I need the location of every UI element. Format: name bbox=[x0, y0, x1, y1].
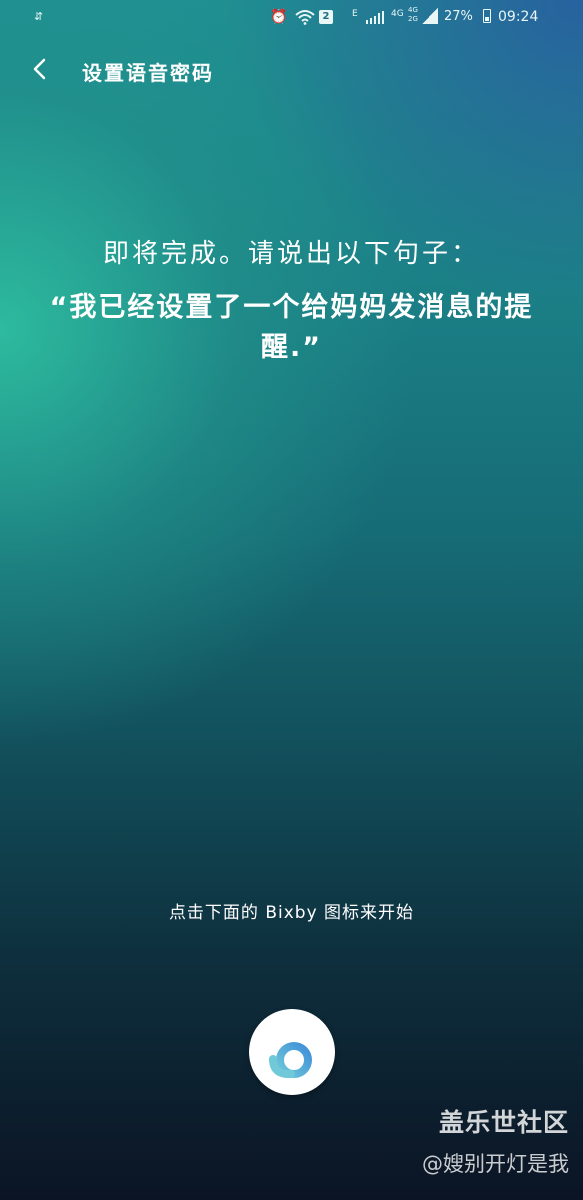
network-type-4g: 4G bbox=[391, 9, 404, 19]
data-transfer-icon: ⇵ bbox=[34, 10, 44, 23]
chevron-left-icon bbox=[33, 58, 46, 80]
clock: 09:24 bbox=[498, 9, 539, 25]
battery-percent: 27% bbox=[444, 9, 473, 24]
start-hint-text: 点击下面的 Bixby 图标来开始 bbox=[168, 903, 415, 923]
alarm-icon: ⏰ bbox=[270, 9, 288, 25]
dual-network-label: 4G 2G bbox=[408, 6, 418, 23]
instruction-text: 即将完成。请说出以下句子： bbox=[102, 239, 480, 269]
dual-signal-icon bbox=[422, 8, 438, 24]
signal-icon bbox=[366, 11, 384, 24]
watermark-community: 盖乐世社区 bbox=[438, 1108, 569, 1137]
page-title: 设置语音密码 bbox=[82, 61, 214, 85]
back-button[interactable] bbox=[26, 54, 56, 84]
bixby-button[interactable] bbox=[249, 1009, 335, 1095]
watermark-username: @嫂别开灯是我 bbox=[422, 1152, 569, 1176]
dual-network-icon: 4G 2G bbox=[408, 6, 438, 26]
battery-icon bbox=[483, 9, 491, 23]
sim-slot-badge: 2 bbox=[319, 10, 333, 24]
bixby-icon bbox=[269, 1027, 312, 1079]
wifi-icon bbox=[295, 9, 315, 30]
passphrase-text: “我已经设置了一个给妈妈发消息的提醒.” bbox=[49, 292, 534, 363]
status-bar: ⇵ ⏰ 2 E 4G 4G 2G 27% 09:24 bbox=[0, 0, 583, 36]
network-type-e: E bbox=[352, 9, 358, 19]
